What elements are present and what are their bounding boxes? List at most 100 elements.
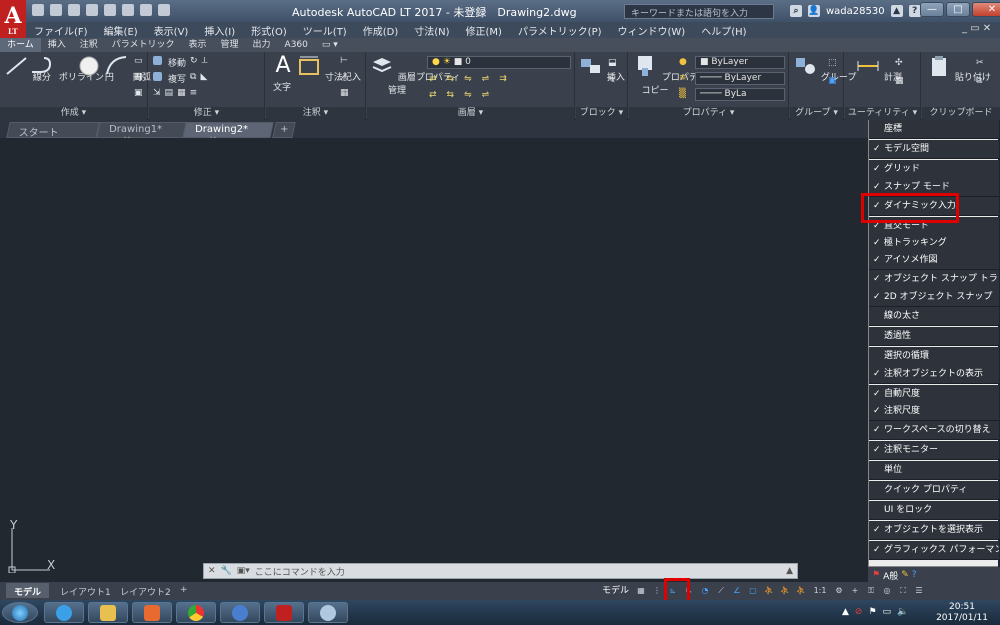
polyline-button[interactable]: ポリライン <box>30 54 104 83</box>
menu-item[interactable]: 作成(D) <box>355 23 407 38</box>
chrome-icon[interactable] <box>176 602 216 623</box>
command-close-icon[interactable]: ✕ <box>208 566 216 576</box>
thunderbird-icon[interactable] <box>220 602 260 623</box>
annotation-panel-title[interactable]: 注釈 ▾ <box>266 107 365 120</box>
customization-menu-item[interactable]: 選択の循環 <box>869 347 999 366</box>
customization-menu-icon[interactable]: ☰ <box>913 585 925 597</box>
menu-item[interactable]: 修正(M) <box>458 23 510 38</box>
layer-dropdown[interactable]: ● ☀ ■ 0 <box>427 56 571 69</box>
object-snap-icon[interactable]: ▢ <box>747 585 759 597</box>
tray-flag-icon[interactable]: ⚑ <box>868 607 876 617</box>
start-button[interactable] <box>2 602 38 623</box>
cut-icon[interactable]: ✂ <box>976 58 984 68</box>
linetype-icon[interactable]: ≡ <box>679 73 687 83</box>
ribbon-tab[interactable]: A360 <box>278 38 315 52</box>
draw-panel-title[interactable]: 作成 ▾ <box>0 107 147 120</box>
media-icon[interactable] <box>132 602 172 623</box>
autocad-taskbar-icon[interactable] <box>264 602 304 623</box>
document-window-controls[interactable]: _ ▭ ✕ <box>962 23 991 34</box>
command-line[interactable]: ✕ 🔧 ▣▾ ここにコマンドを入力 ▲ <box>203 563 798 579</box>
tab-drawing1[interactable]: Drawing1*✕ <box>96 122 188 146</box>
customization-menu-item[interactable]: 線の太さ <box>869 307 999 326</box>
customization-menu-item[interactable]: ✓ 注釈モニター <box>869 441 999 460</box>
clipboard-panel-title[interactable]: クリップボード <box>922 107 1000 120</box>
customization-menu-item[interactable]: 座標 <box>869 120 999 139</box>
trim-icon[interactable]: ⟂ <box>202 56 208 69</box>
id-point-icon[interactable]: ✣ <box>895 58 904 68</box>
move-icon[interactable] <box>153 56 162 65</box>
qat-dropdown-icon[interactable] <box>158 4 170 16</box>
redo-icon[interactable] <box>140 4 152 16</box>
ribbon-tab[interactable]: 表示 <box>182 38 214 52</box>
explorer-icon[interactable] <box>88 602 128 623</box>
fillet-icon[interactable]: ◣ <box>200 72 207 85</box>
print-icon[interactable] <box>104 4 116 16</box>
layer-prev-icon[interactable]: ⇄ <box>429 90 437 100</box>
add-layout-button[interactable]: + <box>172 583 196 598</box>
customization-menu-item[interactable]: ✓グラフィックス パフォーマンス <box>869 541 999 560</box>
polar-tracking-icon[interactable]: ◔ <box>699 585 711 597</box>
menu-item[interactable]: ウィンドウ(W) <box>610 23 694 38</box>
menu-item[interactable]: 編集(E) <box>96 23 146 38</box>
snap-icon[interactable]: ⋮ <box>651 585 663 597</box>
copy-icon[interactable] <box>153 72 162 81</box>
tray-arrow-icon[interactable]: ▲ <box>842 607 849 617</box>
customization-menu-item[interactable]: 単位 <box>869 461 999 480</box>
menu-item[interactable]: 表示(V) <box>146 23 197 38</box>
customization-menu-item[interactable]: ✓ グリッド <box>869 160 999 179</box>
annotation-visibility-icon[interactable]: ⛹ <box>763 585 775 597</box>
copy-clip-icon[interactable]: ⧉ <box>976 76 984 86</box>
ribbon-tab[interactable]: 挿入 <box>41 38 73 52</box>
new-icon[interactable] <box>32 4 44 16</box>
ime-help-icon[interactable]: ? <box>912 570 917 580</box>
ie-icon[interactable] <box>44 602 84 623</box>
layers-panel-title[interactable]: 画層 ▾ <box>367 107 574 120</box>
lineweight-dropdown[interactable]: ──── ByLa <box>695 88 785 101</box>
line-button[interactable]: 線分 <box>4 54 51 83</box>
auto-scale-icon[interactable]: ⛹ <box>779 585 791 597</box>
dimension-button[interactable]: 寸法記入 <box>296 54 361 83</box>
ribbon-tab[interactable]: 出力 <box>246 38 278 52</box>
modify-panel-title[interactable]: 修正 ▾ <box>149 107 264 120</box>
command-prompt-icon[interactable]: ▣▾ <box>237 566 250 576</box>
user-icon[interactable]: 👤 <box>808 5 820 17</box>
menu-item[interactable]: ツール(T) <box>295 23 355 38</box>
ribbon-tab[interactable]: 注釈 <box>73 38 105 52</box>
customization-menu-item[interactable]: ✓ 注釈尺度 <box>869 402 999 421</box>
customization-menu-item[interactable]: ✓ オブジェクトを選択表示 <box>869 521 999 540</box>
layer-freeze-icon[interactable]: ⇋ <box>464 74 472 84</box>
scale-value[interactable]: 1:1 <box>811 585 829 597</box>
move-label[interactable]: 移動 <box>168 56 186 69</box>
layer-lock-icon[interactable]: ⇌ <box>482 74 490 84</box>
command-wrench-icon[interactable]: 🔧 <box>221 566 232 576</box>
lineweight-icon[interactable]: ▒ <box>679 89 687 99</box>
command-input[interactable]: ここにコマンドを入力 <box>255 565 345 578</box>
mirror-icon[interactable]: ⧉ <box>190 72 196 85</box>
ribbon-tab[interactable]: 管理 <box>214 38 246 52</box>
rotate-icon[interactable]: ↻ <box>190 56 198 69</box>
insert-block-button[interactable]: 挿入 <box>578 54 625 83</box>
layer-properties-button[interactable]: 画層プロパティ 管理 <box>369 54 460 96</box>
tab-model[interactable]: モデル <box>6 583 50 598</box>
workspace-gear-icon[interactable]: ⚙ <box>833 585 845 597</box>
layer-walk-icon[interactable]: ⇆ <box>447 90 455 100</box>
offset-icon[interactable]: ≡ <box>190 88 198 98</box>
stretch-icon[interactable]: ⇲ <box>153 88 161 98</box>
block-panel-title[interactable]: ブロック ▾ <box>576 107 627 120</box>
model-space-button[interactable]: モデル <box>600 585 631 597</box>
layer-match-icon[interactable]: ⇉ <box>499 74 507 84</box>
layer-off-icon[interactable]: ⇆ <box>447 74 455 84</box>
layer-unlock-icon[interactable]: ⇌ <box>482 90 490 100</box>
open-icon[interactable] <box>50 4 62 16</box>
circle-button[interactable]: 円 <box>76 54 114 83</box>
arc-button[interactable]: 円弧 <box>104 54 151 83</box>
table-icon[interactable]: ▦ <box>340 88 349 98</box>
measure-button[interactable]: 計測 <box>855 54 902 83</box>
quick-properties-icon[interactable]: ◎ <box>881 585 893 597</box>
binoculars-icon[interactable]: ⌕ <box>790 5 802 17</box>
linear-dim-icon[interactable]: ⊢ <box>340 56 349 66</box>
menu-item[interactable]: ファイル(F) <box>26 23 96 38</box>
customization-menu-item[interactable]: ✓オブジェクト スナップ トラッキング <box>869 270 999 289</box>
close-button[interactable]: ✕ <box>972 2 1000 17</box>
menu-item[interactable]: 挿入(I) <box>196 23 243 38</box>
